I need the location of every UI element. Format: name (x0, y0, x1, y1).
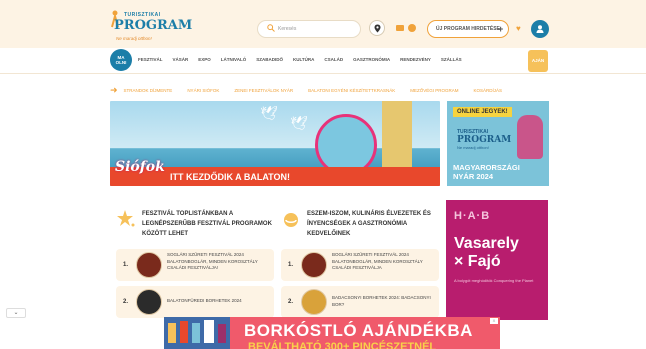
nav-items: FESZTIVÁL VÁSÁR EXPO LÁTNIVALÓ SZABADIDŐ… (138, 57, 472, 62)
star-icon (117, 210, 135, 227)
nav-item-gastronomy[interactable]: GASZTRONÓMIA (353, 57, 390, 62)
category-link[interactable]: ZENEI FESZTIVÁLOK NYÁR (234, 88, 293, 93)
item-thumbnail (136, 252, 162, 278)
location-button[interactable] (369, 20, 385, 36)
list-item[interactable]: 2. BALATONFÜREDI BORHETEK 2024 (116, 286, 274, 318)
logo-main-text: PROGRAM (114, 18, 193, 33)
festival-toplist-card: FESZTIVÁL TOPLISTÁNKBAN A LEGNÉPSZERŰBB … (116, 209, 274, 318)
list-item[interactable]: 1. BOGLÁRI SZÜRETI FESZTIVÁL 2024 BALATO… (281, 249, 439, 281)
water-tower-image (382, 101, 412, 167)
ad-title-line2: × Fajó (454, 253, 501, 270)
nav-item-accommodation[interactable]: SZÁLLÁS (441, 57, 462, 62)
item-rank: 2. (123, 299, 129, 305)
collapse-ad-button[interactable]: ⌄ (6, 308, 26, 318)
item-rank: 1. (123, 262, 129, 268)
nav-item-expo[interactable]: EXPO (198, 57, 211, 62)
search-placeholder: Keresés (278, 26, 297, 32)
item-title: BALATONFÜREDI BORHETEK 2024 (167, 298, 242, 303)
summer-ad[interactable]: ONLINE JEGYEK! TURISZTIKAI PROGRAM Ne ma… (447, 101, 549, 186)
vasarely-ad[interactable]: H·A·B Vasarely × Fajó A bolygót meghódít… (446, 200, 548, 320)
banner-headline: ITT KEZDŐDIK A BALATON! (170, 172, 290, 182)
online-tickets-badge: ONLINE JEGYEK! (453, 107, 512, 117)
nav-item-culture[interactable]: KULTÚRA (293, 57, 314, 62)
close-icon[interactable]: X (490, 318, 498, 324)
item-thumbnail (301, 252, 327, 278)
list-item[interactable]: 2. BADACSONYI BORHETEK 2024: BADACSONYI … (281, 286, 439, 318)
food-icon (284, 213, 298, 227)
logo-tagline: Ne maradj otthon! (116, 36, 152, 41)
nav-item-events[interactable]: RENDEZVÉNY (400, 57, 431, 62)
ad-brand-logo: H·A·B (454, 210, 491, 222)
site-logo[interactable]: TURISZTIKAI PROGRAM Ne maradj otthon! (110, 10, 192, 48)
category-link[interactable]: STRANDOK DÍJMENTE (124, 88, 173, 93)
card-title: ESZEM-ISZOM, KULINÁRIS ÉLVEZETEK ÉS ÍNYE… (307, 211, 431, 237)
item-title: SOGLÁRI SZÜRETI FESZTIVÁL 2024 BALATONBO… (167, 252, 258, 270)
today-badge[interactable]: MA OLNI (110, 49, 132, 71)
mail-icon[interactable] (396, 25, 404, 31)
ad-figure-image (517, 115, 543, 159)
item-title: BOGLÁRI SZÜRETI FESZTIVÁL 2024 BALATONBO… (332, 252, 423, 270)
item-thumbnail (136, 289, 162, 315)
ad-title: MAGYARORSZÁGI NYÁR 2024 (453, 163, 520, 181)
nav-item-festival[interactable]: FESZTIVÁL (138, 57, 163, 62)
location-pin-icon (374, 24, 381, 33)
search-input[interactable]: Keresés (257, 20, 361, 38)
new-program-label: ÚJ PROGRAM HIRDETÉSE (436, 26, 500, 32)
ad-subtitle: A bolygót meghódítók Conquering the Plan… (454, 278, 534, 283)
new-program-button[interactable]: ÚJ PROGRAM HIRDETÉSE + (427, 20, 509, 38)
heart-icon[interactable]: ♥ (516, 24, 521, 33)
nav-item-sights[interactable]: LÁTNIVALÓ (221, 57, 246, 62)
nav-offers-button[interactable]: AJÁN (528, 50, 548, 72)
gastronomy-card: ESZEM-ISZOM, KULINÁRIS ÉLVEZETEK ÉS ÍNYE… (281, 209, 439, 318)
plus-icon: + (498, 24, 504, 34)
ad-subtitle: BEVÁLTHATÓ 300+ PINCÉSZETNÉL (248, 341, 437, 349)
item-rank: 1. (288, 262, 294, 268)
ad-logo-main: PROGRAM (457, 135, 512, 145)
user-account-button[interactable] (531, 20, 549, 38)
site-header: TURISZTIKAI PROGRAM Ne maradj otthon! Ke… (0, 0, 646, 48)
banner-siofok-text: Siófok (115, 159, 165, 175)
search-icon (267, 24, 275, 32)
ad-logo-tagline: Ne maradj otthon! (457, 145, 489, 150)
ad-title: BORKÓSTLÓ AJÁNDÉKBA (244, 321, 473, 340)
facebook-icon[interactable] (408, 24, 416, 32)
nav-item-family[interactable]: CSALÁD (324, 57, 343, 62)
item-title: BADACSONYI BORHETEK 2024: BADACSONYI BOR… (332, 295, 431, 307)
category-link[interactable]: MEZŐVÉGI PROGRAM (410, 88, 458, 93)
item-rank: 2. (288, 299, 294, 305)
ad-title-line1: Vasarely (454, 235, 519, 252)
seagull-icon: 🕊 (260, 105, 278, 121)
category-link[interactable]: NYÁRI SIÓFOK (187, 88, 219, 93)
ad-title-line2: NYÁR 2024 (453, 172, 494, 181)
arrow-right-icon: ➜ (110, 84, 118, 95)
category-link[interactable]: KOSÁRDÍJÁS (473, 88, 502, 93)
wine-shelf-image (164, 317, 230, 349)
siofok-banner[interactable]: 🕊 🕊 Siófok ITT KEZDŐDIK A BALATON! (110, 101, 440, 186)
category-links: ➜ STRANDOK DÍJMENTE NYÁRI SIÓFOK ZENEI F… (110, 85, 517, 95)
seagull-icon: 🕊 (290, 115, 308, 131)
user-icon (536, 25, 544, 33)
ad-title: Vasarely × Fajó (454, 235, 519, 271)
wine-tasting-ad[interactable]: BORKÓSTLÓ AJÁNDÉKBA BEVÁLTHATÓ 300+ PINC… (164, 317, 500, 349)
nav-item-fair[interactable]: VÁSÁR (173, 57, 189, 62)
category-link[interactable]: BALATONI EGYÉNI KÉSZÍTETTKRASNÁK (308, 88, 395, 93)
ad-title-line1: MAGYARORSZÁGI (453, 163, 520, 172)
nav-item-leisure[interactable]: SZABADIDŐ (256, 57, 283, 62)
card-title: FESZTIVÁL TOPLISTÁNKBAN A LEGNÉPSZERŰBB … (142, 211, 272, 237)
list-item[interactable]: 1. SOGLÁRI SZÜRETI FESZTIVÁL 2024 BALATO… (116, 249, 274, 281)
item-thumbnail (301, 289, 327, 315)
